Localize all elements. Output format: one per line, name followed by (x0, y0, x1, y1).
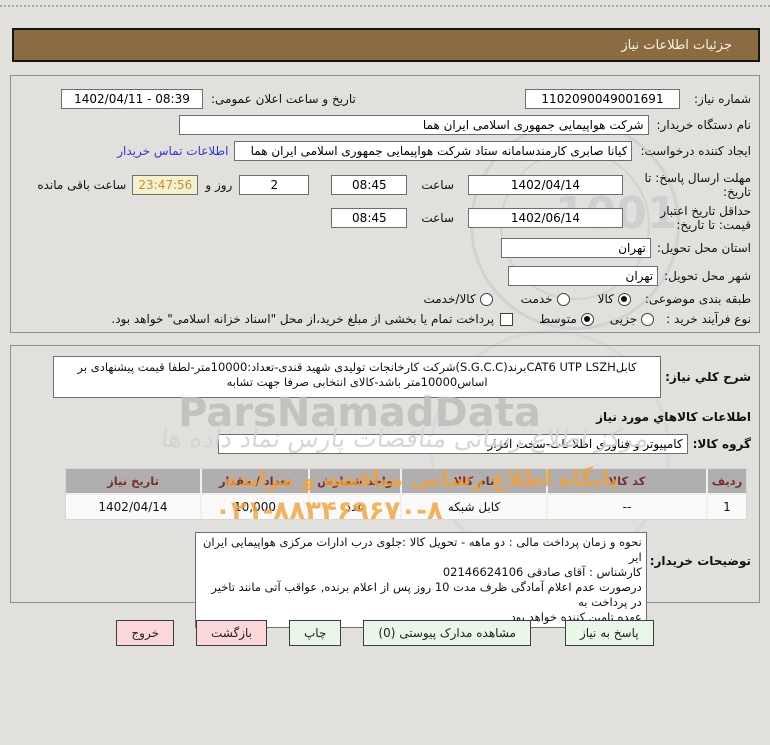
request-creator-label: ایجاد کننده درخواست: (640, 144, 751, 158)
col-quantity: تعداد / مقدار (202, 469, 308, 493)
buyer-notes-label: توضیحات خریدار: (649, 554, 751, 568)
remaining-hours-label: ساعت باقی مانده (37, 178, 127, 192)
cell-quantity: 10,000 (202, 495, 308, 519)
action-buttons: پاسخ به نیاز مشاهده مدارک پیوستی (0) چاپ… (0, 620, 770, 646)
col-count-unit: واحد شمارش (310, 469, 400, 493)
goods-panel: شرح کلي نیاز: کابلCAT6 UTP LSZHبرند(S.G.… (10, 345, 760, 628)
classification-label: طبقه بندی موضوعی: (644, 292, 751, 306)
top-dotted-divider (0, 5, 770, 7)
goods-table: ردیف کد کالا نام کالا واحد شمارش تعداد /… (65, 468, 747, 520)
radio-goods-service[interactable] (479, 292, 493, 306)
delivery-province-label: استان محل تحویل: (656, 241, 751, 255)
radio-goods[interactable] (617, 292, 631, 306)
cell-need-date: 1402/04/14 (66, 495, 200, 519)
back-button[interactable]: بازگشت (196, 620, 267, 646)
remaining-time-field[interactable] (132, 175, 199, 195)
process-type-label: نوع فرآیند خرید : (666, 312, 751, 326)
buyer-notes-box: نحوه و زمان پرداخت مالی : دو ماهه - تحوی… (194, 532, 647, 628)
validity-hour-label: ساعت (421, 211, 454, 225)
reply-deadline-label: مهلت ارسال پاسخ: تا تاریخ: (644, 171, 751, 199)
days-and-label: روز و (205, 178, 233, 192)
page-title-bar: جزئیات اطلاعات نیاز (12, 28, 760, 62)
reply-to-need-button[interactable]: پاسخ به نیاز (564, 620, 654, 646)
treasury-checkbox[interactable] (500, 312, 514, 326)
buyer-notes-line: درصورت عدم اعلام آمادگی ظرف مدت 10 روز پ… (211, 580, 642, 609)
cell-goods-code: -- (548, 495, 706, 519)
need-number-label: شماره نیاز: (694, 92, 751, 106)
need-desc-label: شرح کلي نیاز: (665, 370, 751, 384)
reply-deadline-time-field[interactable] (331, 175, 408, 195)
radio-medium-label: متوسط (539, 312, 577, 326)
need-desc-box: کابلCAT6 UTP LSZHبرند(S.G.C.C)شرکت کارخا… (53, 356, 662, 398)
goods-group-field[interactable] (217, 434, 688, 454)
col-need-date: تاریخ نیاز (66, 469, 200, 493)
page-title: جزئیات اطلاعات نیاز (621, 37, 732, 53)
col-row-number: ردیف (708, 469, 746, 493)
announce-datetime-field[interactable] (61, 89, 203, 109)
remaining-days-field[interactable] (239, 175, 310, 195)
need-number-field[interactable] (525, 89, 680, 109)
deadline-hour-label: ساعت (421, 178, 454, 192)
radio-medium[interactable] (580, 312, 594, 326)
radio-goods-label: کالا (597, 292, 614, 306)
need-info-panel: شماره نیاز: تاریخ و ساعت اعلان عمومی: نا… (10, 75, 760, 333)
cell-goods-name: کابل شبکه (402, 495, 546, 519)
reply-deadline-date-field[interactable] (468, 175, 623, 195)
goods-group-label: گروه کالا: (692, 437, 751, 451)
delivery-city-label: شهر محل تحویل: (664, 269, 751, 283)
buyer-org-field[interactable] (178, 115, 649, 135)
cell-count-unit: عدد (310, 495, 400, 519)
col-goods-name: نام کالا (402, 469, 546, 493)
radio-partial[interactable] (641, 312, 655, 326)
delivery-city-field[interactable] (508, 266, 659, 286)
buyer-notes-line: نحوه و زمان پرداخت مالی : دو ماهه - تحوی… (202, 535, 642, 564)
buyer-org-label: نام دستگاه خریدار: (656, 118, 752, 132)
col-goods-code: کد کالا (548, 469, 706, 493)
buyer-contact-link[interactable]: اطلاعات تماس خریدار (117, 144, 228, 158)
radio-service[interactable] (556, 292, 570, 306)
print-button[interactable]: چاپ (289, 620, 342, 646)
cell-row-number: 1 (708, 495, 746, 519)
announce-datetime-label: تاریخ و ساعت اعلان عمومی: (211, 92, 356, 106)
delivery-province-field[interactable] (500, 238, 651, 258)
radio-goods-service-label: کالا/خدمت (423, 292, 476, 306)
buyer-notes-line: کارشناس : آقای صادقی 02146624106 (442, 565, 642, 579)
price-validity-date-field[interactable] (468, 208, 623, 228)
price-validity-time-field[interactable] (331, 208, 408, 228)
goods-section-title: اطلاعات کالاهاي مورد نیاز (596, 410, 751, 424)
request-creator-field[interactable] (234, 141, 633, 161)
radio-partial-label: جزیی (609, 312, 638, 326)
view-attachments-button[interactable]: مشاهده مدارک پیوستی (0) (363, 620, 531, 646)
radio-service-label: خدمت (520, 292, 553, 306)
exit-button[interactable]: خروج (116, 620, 174, 646)
treasury-note: پرداخت تمام یا بخشی از مبلغ خرید،از محل … (111, 312, 495, 326)
price-validity-label: حداقل تاریخ اعتبار قیمت: تا تاریخ: (660, 204, 751, 232)
